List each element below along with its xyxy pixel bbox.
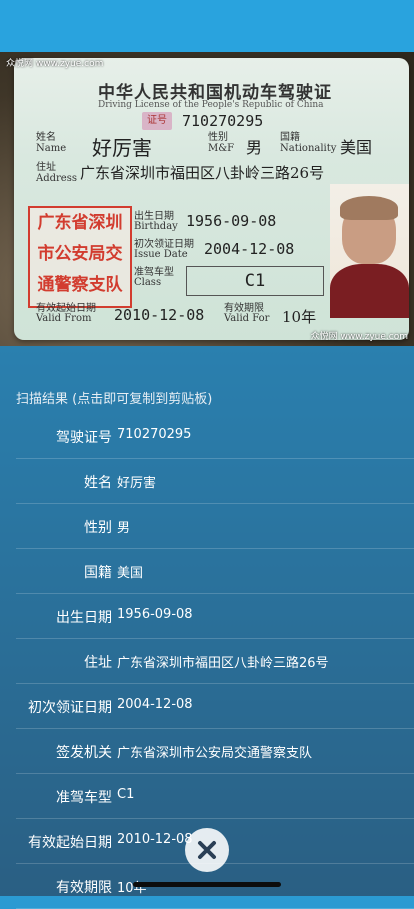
result-label: 姓名 — [84, 475, 112, 491]
license-nationality-label: 国籍 Nationality — [280, 132, 337, 154]
home-indicator — [133, 882, 281, 887]
result-value[interactable]: 710270295 — [117, 427, 191, 442]
license-sex: 男 — [246, 138, 263, 157]
status-bar — [0, 0, 414, 52]
license-name-label: 姓名 Name — [36, 132, 67, 154]
license-birth: 1956-09-08 — [186, 212, 277, 230]
result-row-license-number[interactable]: 驾驶证号 710270295 — [16, 414, 414, 459]
result-row-issuing-authority[interactable]: 签发机关 广东省深圳市公安局交通警察支队 — [16, 729, 414, 774]
result-row-sex[interactable]: 性别 男 — [16, 504, 414, 549]
result-label: 准驾车型 — [56, 790, 112, 806]
result-value[interactable]: 美国 — [117, 562, 143, 581]
close-button[interactable] — [185, 828, 229, 872]
result-label: 初次领证日期 — [28, 700, 112, 716]
license-name: 好厉害 — [92, 136, 152, 160]
result-value[interactable]: 1956-09-08 — [117, 607, 193, 622]
result-value[interactable]: 男 — [117, 517, 130, 536]
result-row-vehicle-class[interactable]: 准驾车型 C1 — [16, 774, 414, 819]
result-label: 住址 — [84, 655, 112, 671]
result-row-birth-date[interactable]: 出生日期 1956-09-08 — [16, 594, 414, 639]
result-value[interactable]: 好厉害 — [117, 472, 156, 491]
license-seal-small: 证号 — [142, 112, 172, 130]
result-label: 有效起始日期 — [28, 835, 112, 851]
license-valid-for: 10年 — [282, 308, 317, 326]
result-value[interactable]: 广东省深圳市福田区八卦岭三路26号 — [117, 652, 329, 671]
result-row-issue-date[interactable]: 初次领证日期 2004-12-08 — [16, 684, 414, 729]
result-value[interactable]: 广东省深圳市公安局交通警察支队 — [117, 742, 312, 761]
license-valid-from: 2010-12-08 — [114, 306, 205, 324]
result-label: 国籍 — [84, 565, 112, 581]
license-nationality: 美国 — [340, 138, 373, 157]
license-birth-label: 出生日期 Birthday — [134, 211, 178, 232]
license-issue: 2004-12-08 — [204, 240, 295, 258]
license-stamp: 广东省深圳 市公安局交 通警察支队 — [28, 206, 132, 308]
watermark-top: 众悦网 www.zyue.com — [6, 59, 104, 69]
license-address-label: 住址 Address — [36, 162, 77, 184]
result-label: 出生日期 — [56, 610, 112, 626]
result-label: 有效期限 — [56, 880, 112, 896]
stamp-line-2: 市公安局交 — [37, 244, 123, 264]
results-header: 扫描结果 (点击即可复制到剪贴板) — [16, 392, 213, 407]
close-icon — [198, 841, 216, 859]
stamp-line-1: 广东省深圳 — [37, 213, 123, 233]
license-portrait — [330, 184, 409, 318]
stamp-line-3: 通警察支队 — [37, 275, 123, 295]
license-valid-for-label: 有效期限 Valid For — [224, 303, 270, 324]
result-value[interactable]: 2004-12-08 — [117, 697, 193, 712]
license-valid-from-label: 有效起始日期 Valid From — [36, 303, 96, 324]
result-row-name[interactable]: 姓名 好厉害 — [16, 459, 414, 504]
portrait-shirt — [330, 264, 409, 318]
watermark-bottom: 众悦网 www.zyue.com — [310, 332, 408, 342]
license-issue-label: 初次领证日期 Issue Date — [134, 239, 194, 260]
license-card: 中华人民共和国机动车驾驶证 Driving License of the Peo… — [14, 58, 409, 340]
result-label: 性别 — [84, 520, 112, 536]
result-label: 驾驶证号 — [56, 430, 112, 446]
license-id-number: 710270295 — [182, 112, 264, 130]
result-value[interactable]: C1 — [117, 787, 134, 802]
result-row-nationality[interactable]: 国籍 美国 — [16, 549, 414, 594]
portrait-hair — [340, 196, 398, 220]
license-class-label: 准驾车型 Class — [134, 267, 174, 288]
license-class: C1 — [186, 266, 324, 296]
result-value[interactable]: 2010-12-08 — [117, 832, 193, 847]
result-label: 签发机关 — [56, 745, 112, 761]
license-address: 广东省深圳市福田区八卦岭三路26号 — [80, 164, 325, 182]
license-subtitle: Driving License of the People's Republic… — [98, 100, 324, 110]
result-row-address[interactable]: 住址 广东省深圳市福田区八卦岭三路26号 — [16, 639, 414, 684]
license-sex-label: 性别 M&F — [208, 132, 235, 154]
license-photo: 中华人民共和国机动车驾驶证 Driving License of the Peo… — [0, 52, 414, 346]
